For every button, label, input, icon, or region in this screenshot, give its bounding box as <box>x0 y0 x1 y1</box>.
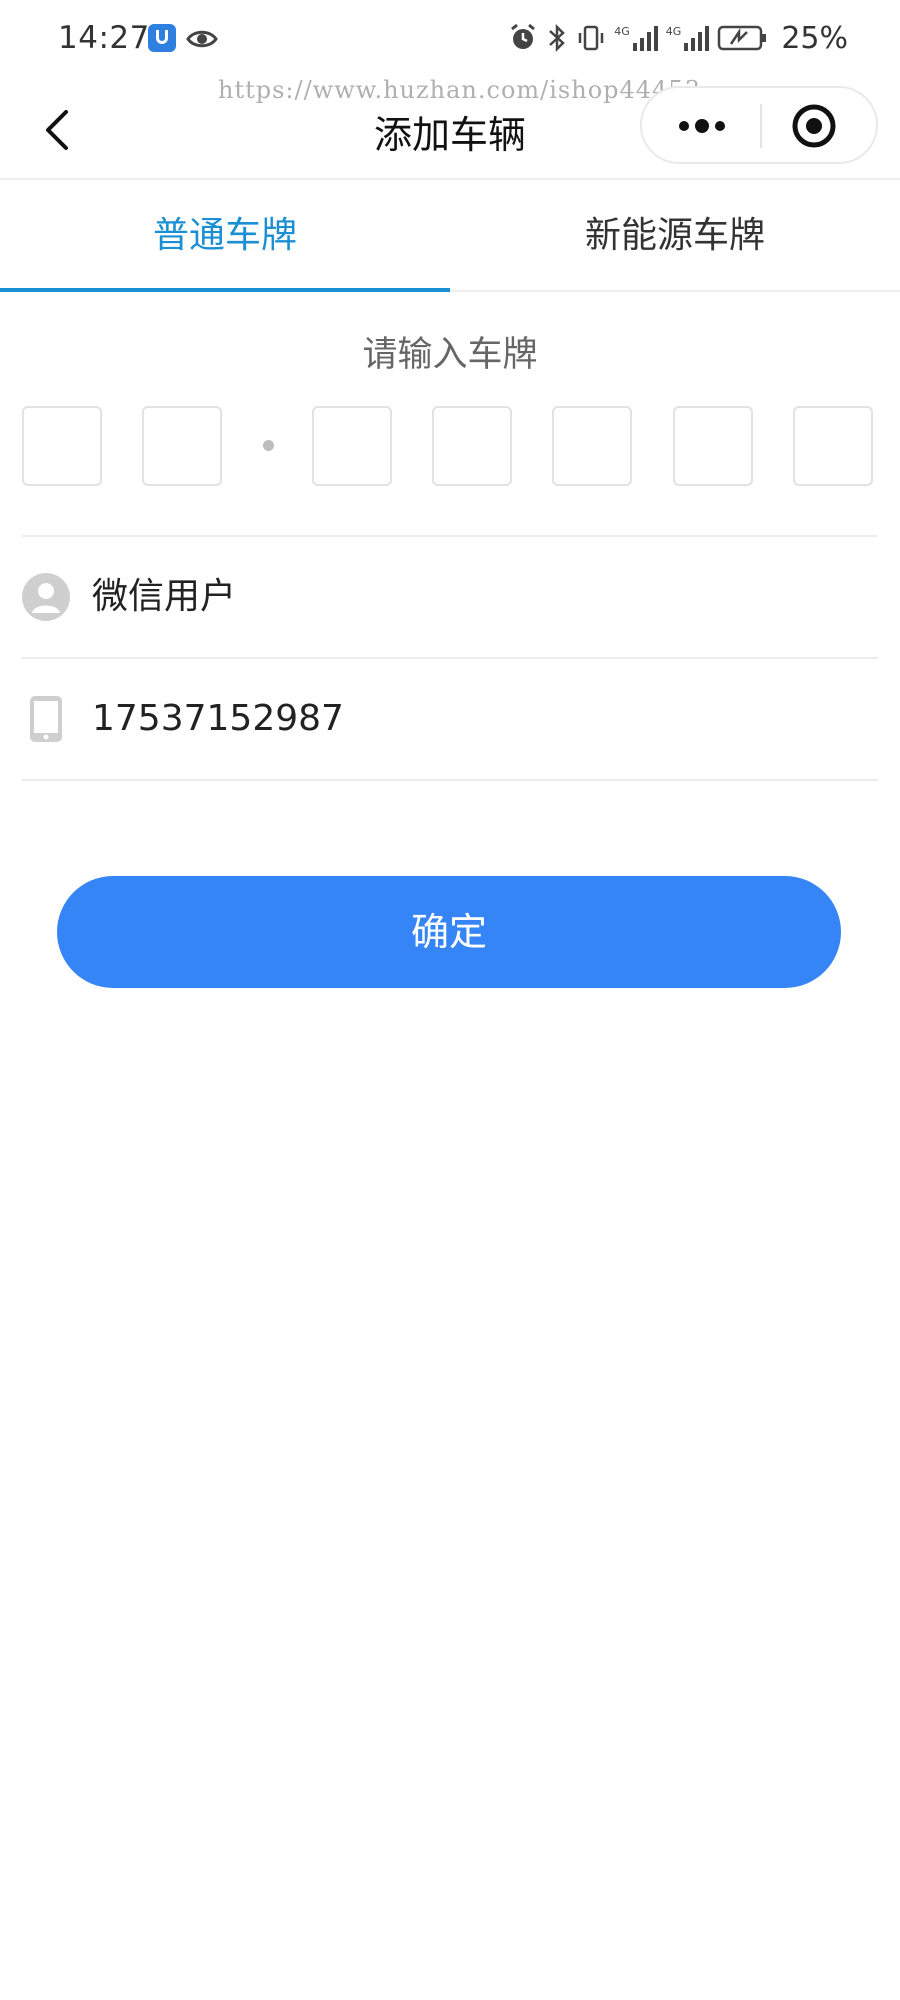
user-name-row: 微信用户 <box>22 537 878 657</box>
battery-percent: 25% <box>781 20 848 56</box>
user-avatar-icon <box>22 573 70 621</box>
eye-icon <box>186 30 218 48</box>
battery-icon <box>718 25 767 51</box>
divider <box>22 779 878 781</box>
status-time: 14:27 <box>58 20 150 56</box>
plate-char-box-2[interactable] <box>142 406 222 486</box>
tab-regular-plate[interactable]: 普通车牌 <box>0 182 450 290</box>
status-bar: 14:27 4G 4G 25% <box>0 0 900 78</box>
more-icon[interactable] <box>672 106 732 146</box>
plate-char-box-3[interactable] <box>312 406 392 486</box>
status-indicators: 4G 4G 25% <box>508 18 848 58</box>
bluetooth-icon <box>549 23 566 53</box>
plate-input-prompt: 请输入车牌 <box>362 335 538 375</box>
vibrate-icon <box>579 25 604 51</box>
alarm-icon <box>511 23 536 49</box>
plate-char-box-4[interactable] <box>432 406 512 486</box>
plate-char-box-1[interactable] <box>22 406 102 486</box>
confirm-button[interactable]: 确定 <box>57 876 841 988</box>
close-mini-program-icon[interactable] <box>790 102 838 150</box>
signal-icon: 4G <box>614 25 658 51</box>
capsule-divider <box>760 104 762 148</box>
plate-separator-dot <box>263 440 274 451</box>
tab-new-energy-plate[interactable]: 新能源车牌 <box>450 182 900 290</box>
plate-type-tabs: 普通车牌 新能源车牌 <box>0 182 900 292</box>
network-type-label: 4G <box>614 25 630 38</box>
plate-char-box-7[interactable] <box>793 406 873 486</box>
mini-program-capsule <box>640 86 878 164</box>
navigation-bar: 添加车辆 <box>0 80 900 180</box>
plate-char-box-5[interactable] <box>552 406 632 486</box>
user-name: 微信用户 <box>92 576 237 617</box>
app-notification-icon <box>148 24 176 52</box>
network-type-label: 4G <box>665 25 682 38</box>
phone-icon <box>30 696 62 742</box>
plate-char-box-6[interactable] <box>673 406 753 486</box>
phone-number: 17537152987 <box>92 698 344 739</box>
signal-icon: 4G <box>666 25 710 51</box>
phone-row: 17537152987 <box>22 659 878 779</box>
active-tab-indicator <box>0 288 450 292</box>
